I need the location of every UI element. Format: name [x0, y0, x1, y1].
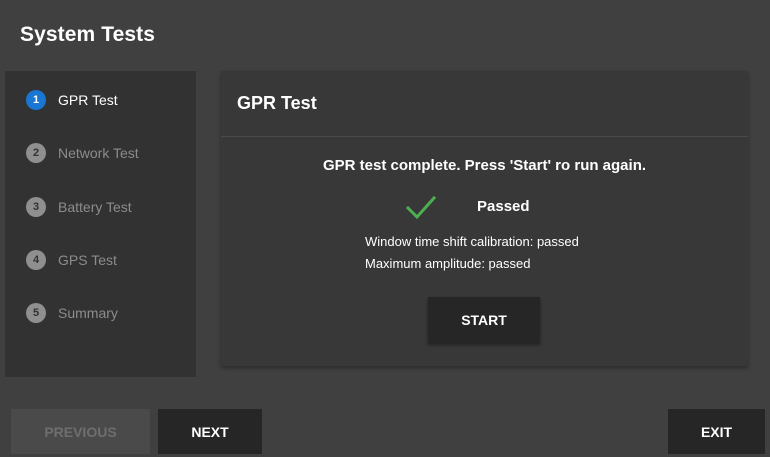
step-number-badge: 5 [26, 303, 46, 323]
next-button[interactable]: NEXT [158, 409, 262, 454]
result-label: Passed [477, 198, 530, 215]
check-icon [405, 195, 437, 220]
step-number-badge: 2 [26, 143, 46, 163]
step-battery-test[interactable]: 3 Battery Test [26, 195, 132, 219]
detail-line: Window time shift calibration: passed [365, 234, 579, 249]
step-label: Network Test [58, 145, 139, 161]
start-button[interactable]: START [428, 297, 540, 343]
step-label: Summary [58, 305, 118, 321]
page-title: System Tests [20, 23, 156, 46]
step-label: Battery Test [58, 199, 132, 215]
system-tests-window: System Tests 1 GPR Test 2 Network Test 3… [0, 0, 770, 457]
detail-line: Maximum amplitude: passed [365, 256, 531, 271]
card-title: GPR Test [237, 93, 317, 113]
step-gps-test[interactable]: 4 GPS Test [26, 248, 117, 272]
step-number-badge: 3 [26, 197, 46, 217]
exit-button[interactable]: EXIT [668, 409, 765, 454]
step-label: GPR Test [58, 92, 118, 108]
test-stepper: 1 GPR Test 2 Network Test 3 Battery Test… [5, 71, 196, 377]
status-message: GPR test complete. Press 'Start' ro run … [322, 157, 647, 174]
step-gpr-test[interactable]: 1 GPR Test [26, 88, 118, 112]
card-divider [221, 136, 748, 137]
step-label: GPS Test [58, 252, 117, 268]
previous-button[interactable]: PREVIOUS [11, 409, 150, 454]
step-number-badge: 4 [26, 250, 46, 270]
step-network-test[interactable]: 2 Network Test [26, 141, 139, 165]
step-number-badge: 1 [26, 90, 46, 110]
step-summary[interactable]: 5 Summary [26, 301, 118, 325]
gpr-test-card: GPR Test GPR test complete. Press 'Start… [221, 71, 748, 366]
